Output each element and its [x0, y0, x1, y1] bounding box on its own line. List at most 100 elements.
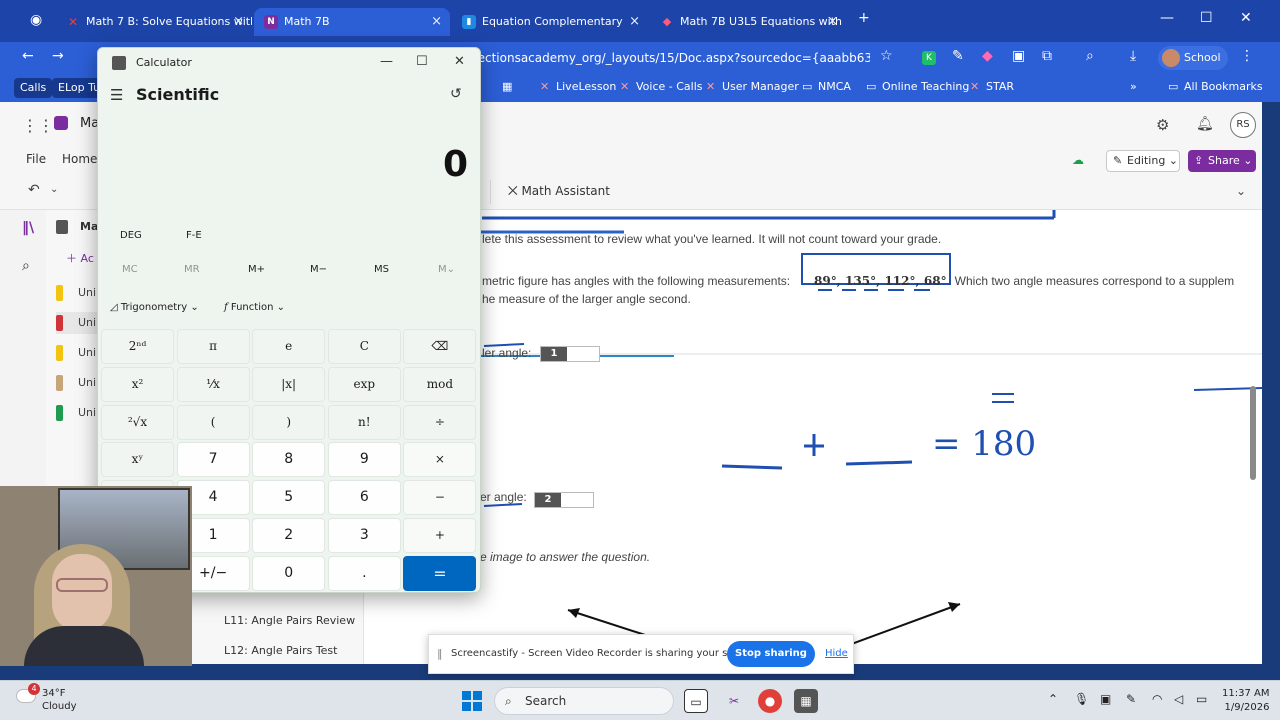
decimal-key[interactable]: .	[327, 555, 401, 591]
puzzle-icon[interactable]: ⧉	[1042, 48, 1052, 64]
tab-solve-equations[interactable]: ✕ Math 7 B: Solve Equations with ×	[56, 8, 252, 36]
bookmark-star[interactable]: ✕ STAR	[970, 80, 1014, 93]
record-icon[interactable]: ◉	[30, 12, 42, 28]
digit-2-key[interactable]: 2	[252, 518, 326, 553]
tab-file[interactable]: File	[26, 152, 46, 166]
clear-key[interactable]: C	[327, 329, 401, 364]
tab-math-7b[interactable]: N Math 7B ×	[254, 8, 450, 36]
page-angle-pairs-test[interactable]: L12: Angle Pairs Test	[224, 644, 337, 657]
subtract-key[interactable]: −	[403, 480, 477, 516]
memory-subtract-button[interactable]: M−	[310, 264, 327, 275]
section-item[interactable]: Uni	[56, 282, 96, 304]
drag-handle-icon[interactable]: ‖	[437, 647, 443, 660]
bell-icon[interactable]: 🔔︎	[1196, 116, 1214, 132]
section-item[interactable]: Uni	[56, 342, 96, 364]
close-tab-icon[interactable]: ×	[827, 8, 838, 36]
forward-icon[interactable]: →	[52, 48, 64, 64]
stop-sharing-button[interactable]: Stop sharing	[727, 641, 815, 667]
digit-7-key[interactable]: 7	[176, 442, 250, 478]
exp-key[interactable]: exp	[327, 366, 401, 402]
memory-store-button[interactable]: MS	[374, 264, 389, 275]
memory-list-button[interactable]: M⌄	[438, 264, 455, 275]
absolute-value-key[interactable]: |x|	[252, 366, 326, 402]
notebooks-icon[interactable]: ‖\	[22, 220, 34, 236]
tray-app-icon[interactable]: ▣	[1100, 692, 1111, 706]
bookmark-user-manager[interactable]: ✕ User Manager	[706, 80, 799, 93]
apps-grid-icon[interactable]: ▦	[502, 80, 512, 93]
search-icon[interactable]: ⌕	[22, 258, 30, 274]
notebook-name[interactable]: Ma	[80, 220, 98, 233]
lens-icon[interactable]: ⌕	[1086, 48, 1094, 64]
bookmark-nmca[interactable]: ▭ NMCA	[802, 80, 851, 93]
system-clock[interactable]: 11:37 AM 1/9/2026	[1222, 687, 1269, 715]
digit-9-key[interactable]: 9	[327, 442, 401, 478]
digit-0-key[interactable]: 0	[252, 555, 326, 591]
digit-5-key[interactable]: 5	[252, 480, 326, 516]
section-item[interactable]: Uni	[56, 402, 96, 424]
user-avatar[interactable]: RS	[1230, 112, 1256, 138]
bookmark-calls[interactable]: Calls	[14, 78, 53, 98]
close-tab-icon[interactable]: ×	[629, 8, 640, 36]
fe-button[interactable]: F-E	[186, 230, 202, 241]
close-paren-key[interactable]: )	[252, 404, 326, 440]
pen-extension-icon[interactable]: ✎	[952, 48, 964, 64]
volume-icon[interactable]: ◁	[1174, 692, 1183, 706]
divide-key[interactable]: ÷	[403, 404, 477, 440]
chrome-icon[interactable]: ●	[758, 689, 782, 713]
minimize-icon[interactable]: —	[380, 54, 393, 69]
page-angle-pairs-review[interactable]: L11: Angle Pairs Review	[224, 614, 355, 627]
add-section-button[interactable]: ＋ Ac	[66, 250, 94, 266]
pi-key[interactable]: π	[176, 329, 250, 364]
bookmark-all[interactable]: ▭ All Bookmarks	[1168, 80, 1263, 93]
answer-input-1[interactable]: 1	[540, 346, 600, 362]
hamburger-menu-icon[interactable]: ☰	[110, 86, 123, 104]
undo-icon[interactable]: ↶	[28, 182, 40, 198]
close-icon[interactable]: ✕	[454, 54, 465, 69]
minimize-icon[interactable]: —	[1160, 10, 1174, 26]
taskbar-search[interactable]: ⌕ Search	[494, 687, 674, 715]
color-extension-icon[interactable]: ◆	[982, 48, 993, 64]
close-tab-icon[interactable]: ×	[233, 8, 244, 36]
hide-link[interactable]: Hide	[825, 648, 848, 659]
weather-widget[interactable]: 4 34°F Cloudy	[16, 683, 76, 713]
close-tab-icon[interactable]: ×	[431, 8, 442, 36]
settings-gear-icon[interactable]: ⚙	[1156, 116, 1169, 134]
second-function-key[interactable]: 2ⁿᵈ	[101, 329, 174, 364]
memory-recall-button[interactable]: MR	[184, 264, 200, 275]
angle-unit-button[interactable]: DEG	[120, 230, 142, 241]
menu-kebab-icon[interactable]: ⋮	[1240, 48, 1254, 64]
backspace-key[interactable]: ⌫	[403, 329, 477, 364]
tab-home[interactable]: Home	[62, 152, 97, 166]
calculator-taskbar-icon[interactable]: ▦	[794, 689, 818, 713]
snipping-tool-icon[interactable]: ✂	[722, 689, 746, 713]
new-tab-icon[interactable]: +	[858, 10, 870, 26]
editing-mode-button[interactable]: ✎ Editing ⌄	[1106, 150, 1180, 172]
bookmark-online-teaching[interactable]: ▭ Online Teaching	[866, 80, 969, 93]
maximize-icon[interactable]: ☐	[416, 54, 428, 69]
digit-8-key[interactable]: 8	[252, 442, 326, 478]
share-button[interactable]: ⇪ Share ⌄	[1188, 150, 1256, 172]
trigonometry-dropdown[interactable]: ◿ Trigonometry ⌄	[110, 302, 199, 313]
tab-u3l5-equations[interactable]: ◆ Math 7B U3L5 Equations with C ×	[650, 8, 846, 36]
back-icon[interactable]: ←	[22, 48, 34, 64]
add-key[interactable]: +	[403, 518, 477, 553]
reciprocal-key[interactable]: ¹⁄x	[176, 366, 250, 402]
app-launcher-icon[interactable]: ⋮⋮	[22, 116, 54, 135]
memory-clear-button[interactable]: MC	[122, 264, 138, 275]
maximize-icon[interactable]: ☐	[1200, 10, 1213, 26]
download-icon[interactable]: ⤓	[1130, 48, 1136, 64]
square-key[interactable]: x²	[101, 366, 174, 402]
pen-icon[interactable]: ✎	[1126, 692, 1136, 706]
task-view-icon[interactable]: ▭	[684, 689, 708, 713]
memory-add-button[interactable]: M+	[248, 264, 265, 275]
tray-chevron-icon[interactable]: ⌃	[1048, 692, 1058, 706]
page-scrollbar[interactable]	[1250, 386, 1256, 480]
power-key[interactable]: xʸ	[101, 442, 174, 478]
multiply-key[interactable]: ×	[403, 442, 477, 478]
open-paren-key[interactable]: (	[176, 404, 250, 440]
section-item[interactable]: Uni	[56, 372, 96, 394]
digit-6-key[interactable]: 6	[327, 480, 401, 516]
print-extension-icon[interactable]: ▣	[1012, 48, 1025, 64]
equals-key[interactable]: =	[403, 555, 477, 591]
function-dropdown[interactable]: f Function ⌄	[224, 302, 285, 313]
